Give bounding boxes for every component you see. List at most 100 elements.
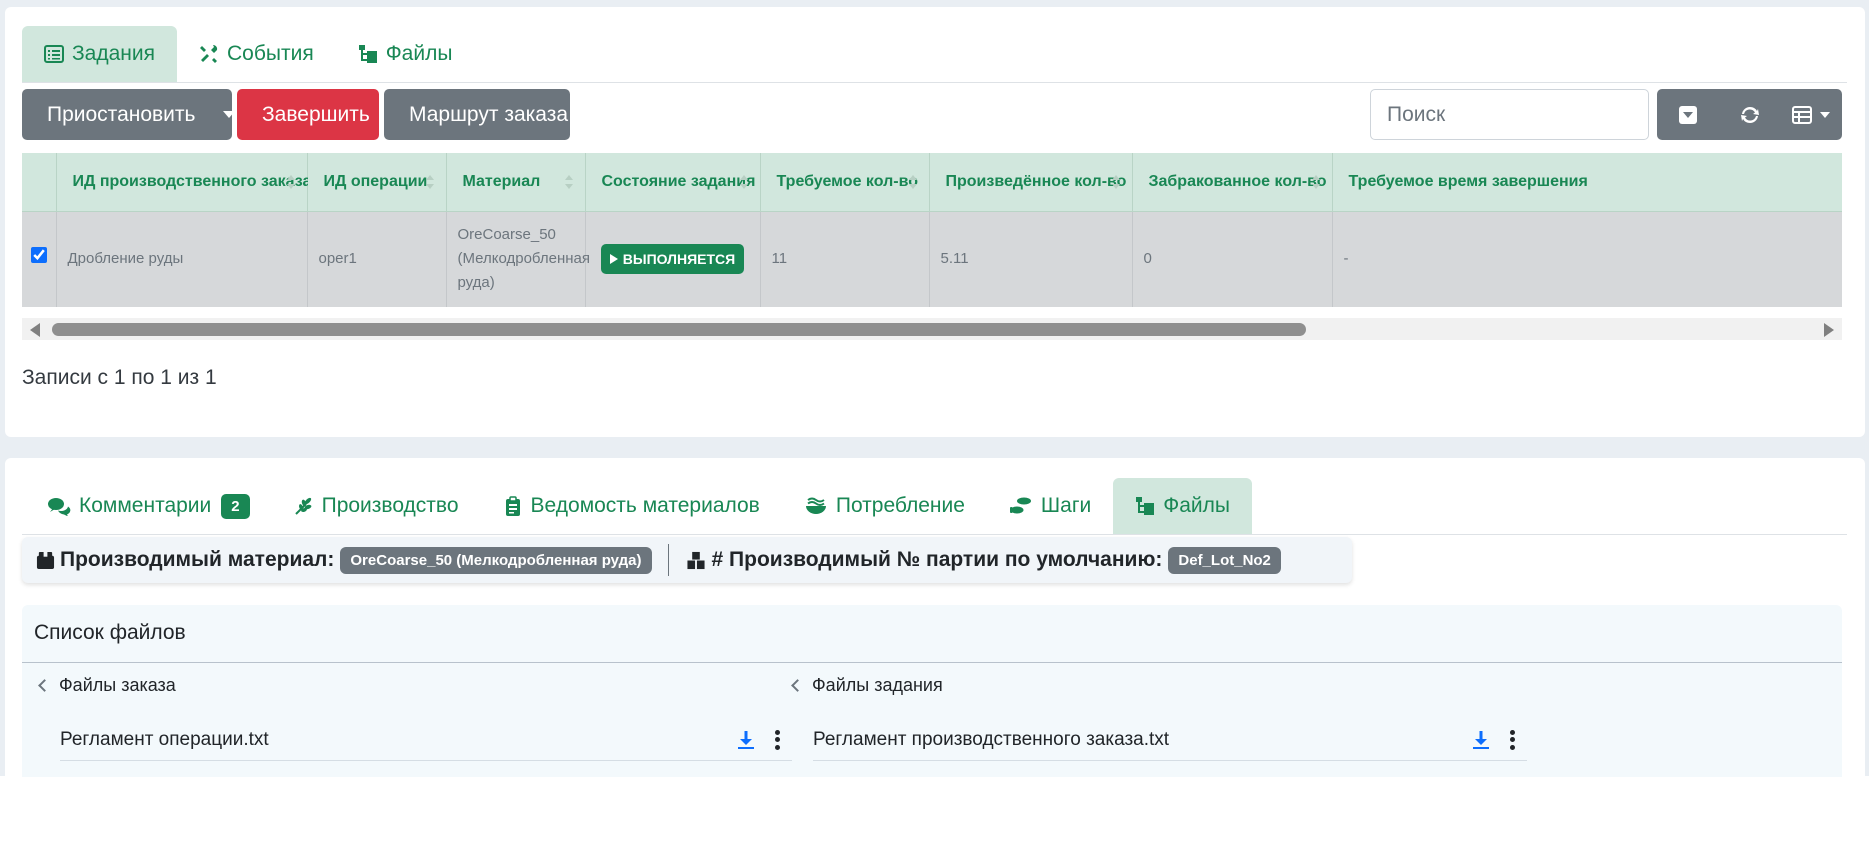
- tab-files-top[interactable]: Файлы: [336, 26, 475, 82]
- file-row[interactable]: Регламент операции.txt: [60, 719, 792, 761]
- select-column-header: [22, 153, 57, 212]
- order-route-button[interactable]: Маршрут заказа: [384, 89, 570, 140]
- scrollbar-thumb[interactable]: [52, 323, 1306, 336]
- tab-steps[interactable]: Шаги: [987, 478, 1113, 534]
- table-header-row: ИД производственного заказа ИД операции …: [22, 153, 1842, 212]
- chevron-down-icon: [1820, 111, 1831, 118]
- horizontal-scrollbar[interactable]: [22, 318, 1842, 340]
- tab-bom[interactable]: Ведомость материалов: [481, 478, 782, 534]
- comments-icon: [48, 498, 71, 516]
- sort-icon: [1111, 175, 1120, 189]
- tab-comments[interactable]: Комментарии 2: [22, 478, 272, 534]
- file-row[interactable]: Регламент производственного заказа.txt: [813, 719, 1527, 761]
- refresh-icon: [1740, 106, 1759, 123]
- refresh-button[interactable]: [1719, 89, 1781, 140]
- column-header[interactable]: Требуемое время завершения: [1332, 153, 1842, 212]
- column-header[interactable]: ИД производственного заказа: [56, 153, 311, 212]
- sort-icon: [739, 175, 748, 189]
- column-header[interactable]: Забракованное кол-во: [1132, 153, 1333, 212]
- files-panel-title: Список файлов: [34, 621, 186, 644]
- tab-consumption[interactable]: Потребление: [782, 478, 987, 534]
- produced-qty-cell: 5.11: [929, 211, 1133, 307]
- tab-comments-label: Комментарии: [79, 494, 212, 517]
- bottom-tabs: Комментарии 2 Производство Ведомость мат…: [22, 478, 1847, 535]
- sort-icon: [286, 175, 295, 189]
- list-icon: [44, 45, 64, 63]
- records-info: Записи с 1 по 1 из 1: [22, 366, 217, 389]
- column-header[interactable]: ИД операции: [307, 153, 447, 212]
- file-name: Регламент производственного заказа.txt: [813, 728, 1170, 750]
- tab-files-bottom-label: Файлы: [1163, 494, 1230, 517]
- scroll-left-icon[interactable]: [30, 323, 40, 337]
- column-header[interactable]: Состояние задания: [585, 153, 761, 212]
- order-id-cell: Дробление руды: [56, 211, 308, 307]
- finish-button[interactable]: Завершить: [237, 89, 379, 140]
- more-options-icon[interactable]: [1509, 729, 1515, 750]
- material-cell: OreCoarse_50 (Мелкодробленная руда): [446, 211, 590, 307]
- produced-material-badge: OreCoarse_50 (Мелкодробленная руда): [340, 546, 652, 574]
- finish-button-label: Завершить: [262, 102, 370, 126]
- sort-icon: [908, 175, 917, 189]
- boxes-icon: [686, 551, 705, 569]
- chevron-left-icon[interactable]: [791, 679, 804, 692]
- tab-bom-label: Ведомость материалов: [530, 494, 760, 517]
- default-lot-label: # Производимый № партии по умолчанию:: [711, 548, 1163, 571]
- divider: [667, 544, 669, 576]
- tab-tasks[interactable]: Задания: [22, 26, 177, 82]
- rejected-qty-cell: 0: [1132, 211, 1333, 307]
- clipboard-list-icon: [505, 496, 520, 516]
- shoe-prints-icon: [1009, 497, 1031, 514]
- tab-production[interactable]: Производство: [272, 478, 481, 534]
- sort-icon: [425, 175, 434, 189]
- download-icon[interactable]: [736, 730, 756, 750]
- bowl-food-icon: [805, 497, 826, 514]
- pause-button[interactable]: Приостановить: [22, 89, 236, 140]
- column-header[interactable]: Материал: [446, 153, 586, 212]
- file-name: Регламент операции.txt: [60, 728, 269, 750]
- download-icon[interactable]: [1471, 730, 1491, 750]
- columns-button[interactable]: [1780, 89, 1842, 140]
- search-input[interactable]: [1370, 89, 1649, 140]
- task-files-header[interactable]: Файлы задания: [791, 675, 943, 696]
- sort-icon: [564, 175, 573, 189]
- column-header[interactable]: Произведённое кол-во: [929, 153, 1133, 212]
- folder-tree-icon: [1136, 497, 1155, 515]
- tab-files-top-label: Файлы: [385, 42, 453, 65]
- row-select-cell: [22, 211, 57, 307]
- tab-files-bottom[interactable]: Файлы: [1113, 478, 1252, 534]
- order-files-title: Файлы заказа: [59, 675, 176, 695]
- produced-material-label: Производимый материал:: [60, 548, 335, 571]
- table-row[interactable]: Дробление руды oper1 OreCoarse_50 (Мелко…: [22, 211, 1842, 307]
- wheat-icon: [294, 497, 311, 515]
- page-footer-area: [0, 776, 1869, 867]
- order-route-button-label: Маршрут заказа: [409, 102, 569, 126]
- chevron-down-icon[interactable]: [223, 111, 236, 118]
- top-tabs: Задания События Файлы: [22, 26, 1847, 83]
- box-icon: [36, 551, 55, 569]
- folder-tree-icon: [358, 45, 377, 63]
- toggle-details-button[interactable]: [1657, 89, 1719, 140]
- divider: [22, 662, 1842, 663]
- tasks-table: ИД производственного заказа ИД операции …: [22, 153, 1842, 307]
- more-options-icon[interactable]: [774, 729, 780, 750]
- caret-square-down-icon: [1678, 105, 1697, 124]
- required-qty-cell: 11: [760, 211, 930, 307]
- row-checkbox[interactable]: [30, 247, 47, 264]
- production-info-bar: Производимый материал: OreCoarse_50 (Мел…: [22, 537, 1352, 583]
- tab-events-label: События: [227, 42, 314, 65]
- tab-events[interactable]: События: [177, 26, 336, 82]
- status-cell: ВЫПОЛНЯЕТСЯ: [585, 211, 761, 307]
- chevron-left-icon[interactable]: [38, 679, 51, 692]
- sort-icon: [1311, 175, 1320, 189]
- operation-id-cell: oper1: [307, 211, 447, 307]
- order-files-header[interactable]: Файлы заказа: [38, 675, 176, 696]
- task-files-title: Файлы задания: [812, 675, 943, 695]
- tab-steps-label: Шаги: [1040, 494, 1092, 517]
- scroll-right-icon[interactable]: [1824, 323, 1834, 337]
- tab-tasks-label: Задания: [72, 42, 155, 65]
- table-columns-icon: [1792, 105, 1813, 124]
- required-time-cell: -: [1332, 211, 1842, 307]
- status-badge: ВЫПОЛНЯЕТСЯ: [600, 244, 745, 275]
- tab-production-label: Производство: [321, 494, 459, 517]
- column-header[interactable]: Требуемое кол-во: [760, 153, 930, 212]
